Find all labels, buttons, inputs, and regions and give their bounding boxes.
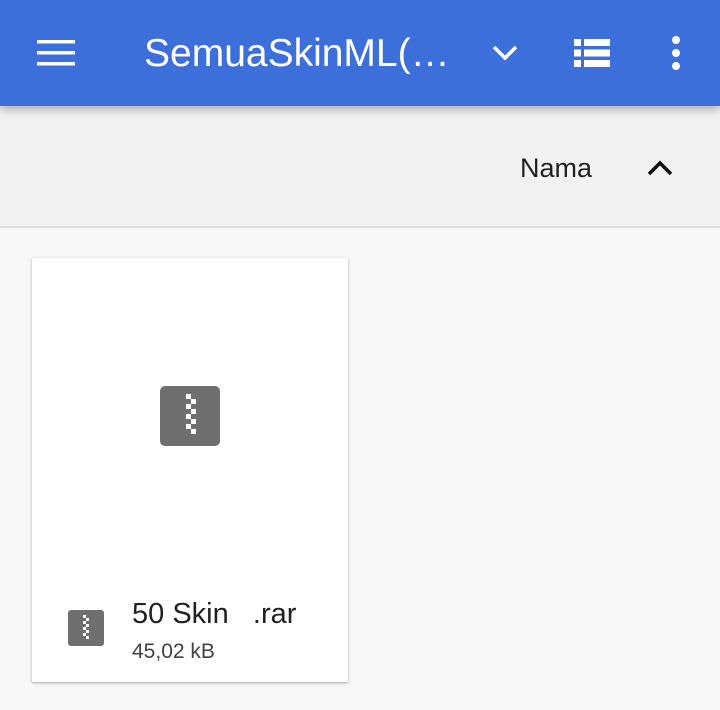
file-grid: 50 Skin .rar 45,02 kB xyxy=(0,228,720,710)
archive-zip-icon xyxy=(68,610,104,646)
hamburger-menu-icon xyxy=(37,40,75,66)
chevron-up-icon xyxy=(647,160,673,176)
chevron-down-icon xyxy=(492,45,518,61)
sort-direction-button[interactable] xyxy=(636,148,684,188)
sort-bar: Nama xyxy=(0,106,720,228)
archive-zip-icon xyxy=(160,386,220,446)
more-vertical-icon xyxy=(672,36,680,70)
folder-title[interactable]: SemuaSkinML(… xyxy=(144,28,464,80)
more-options-button[interactable] xyxy=(654,30,698,76)
file-size: 45,02 kB xyxy=(132,640,215,663)
menu-button[interactable] xyxy=(28,30,84,76)
app-bar: SemuaSkinML(… xyxy=(0,0,720,106)
file-card[interactable]: 50 Skin .rar 45,02 kB xyxy=(32,258,348,682)
list-view-button[interactable] xyxy=(566,30,618,76)
list-view-icon xyxy=(574,39,610,67)
file-name: 50 Skin .rar xyxy=(132,598,297,630)
sort-by-name[interactable]: Nama xyxy=(520,148,592,188)
folder-dropdown-button[interactable] xyxy=(482,30,528,76)
